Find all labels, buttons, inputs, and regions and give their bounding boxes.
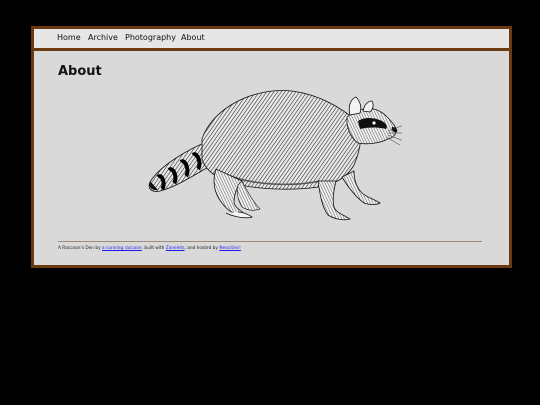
footer-link-neocities[interactable]: Neocities! — [219, 246, 241, 251]
raccoon-illustration — [148, 90, 402, 221]
site-frame: Home Archive Photography About About A R… — [31, 26, 512, 268]
footer-text-built: . built with — [141, 246, 166, 251]
footer-link-zonelets[interactable]: Zonelets — [166, 246, 185, 251]
nav-link-photography[interactable]: Photography — [125, 33, 176, 43]
footer-text-hosted: , and hosted by — [184, 246, 220, 251]
nav-link-archive[interactable]: Archive — [88, 33, 118, 43]
footer-divider — [58, 241, 482, 242]
footer-link-author[interactable]: a cunning raccoon — [102, 246, 142, 251]
page-title: About — [58, 64, 102, 79]
nav-link-about[interactable]: About — [181, 33, 205, 43]
footer-text-intro: A Raccoon's Den by — [58, 246, 102, 251]
top-navigation: Home Archive Photography About — [34, 29, 509, 51]
nav-link-home[interactable]: Home — [57, 33, 81, 43]
site-footer: A Raccoon's Den by a cunning raccoon. bu… — [58, 246, 241, 252]
